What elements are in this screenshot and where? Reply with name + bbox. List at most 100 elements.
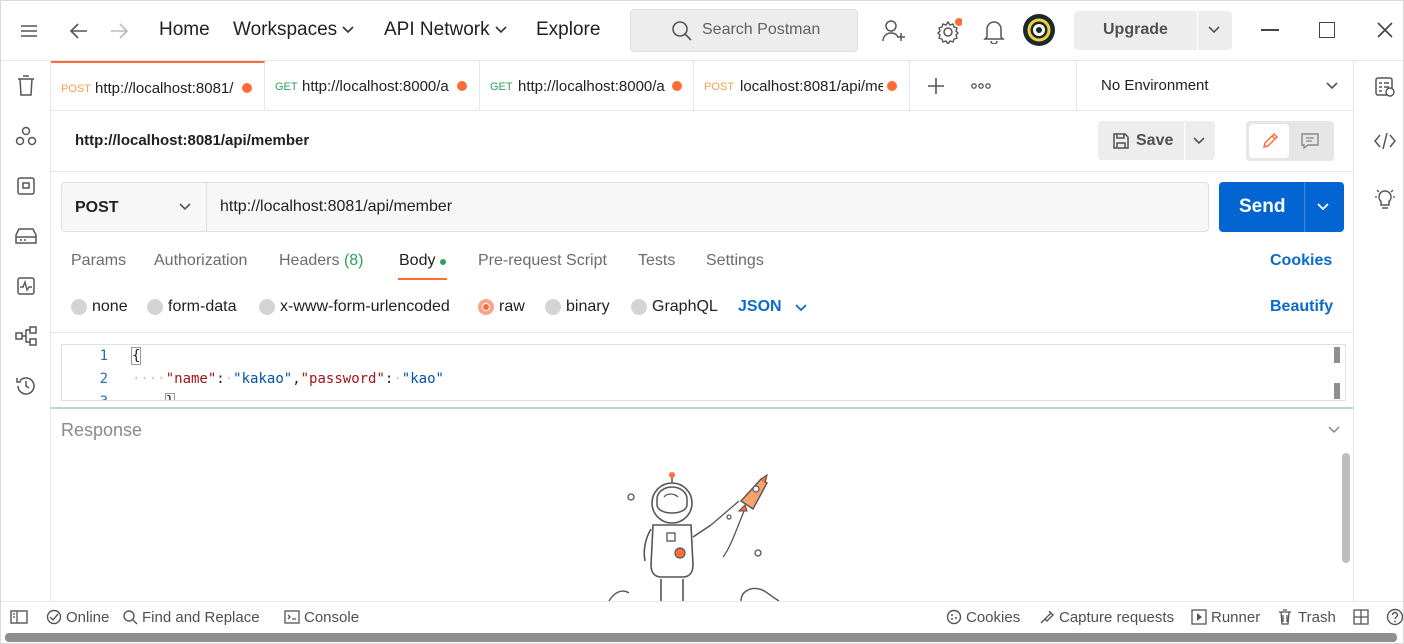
flows-icon[interactable] bbox=[14, 325, 38, 347]
line-number: 3 bbox=[62, 394, 108, 400]
forward-arrow-icon[interactable] bbox=[108, 21, 130, 41]
trash-button[interactable]: Trash bbox=[1298, 609, 1336, 626]
chevron-down-icon[interactable] bbox=[1316, 202, 1330, 212]
chevron-down-icon[interactable] bbox=[1192, 136, 1206, 146]
tab-tests[interactable]: Tests bbox=[638, 252, 675, 270]
request-tab[interactable]: POST localhost:8081/api/me bbox=[694, 61, 910, 111]
request-tab[interactable]: GET http://localhost:8000/a bbox=[480, 61, 694, 111]
menu-icon[interactable] bbox=[19, 23, 39, 39]
avatar[interactable] bbox=[1023, 14, 1055, 46]
radio-graphql-label[interactable]: GraphQL bbox=[652, 298, 718, 316]
pane-resize-handle[interactable] bbox=[51, 407, 1353, 409]
response-title[interactable]: Response bbox=[61, 420, 142, 441]
radio-form-data[interactable] bbox=[147, 299, 163, 315]
runner-button[interactable]: Runner bbox=[1211, 609, 1260, 626]
capture-requests-button[interactable]: Capture requests bbox=[1059, 609, 1174, 626]
radio-urlencoded[interactable] bbox=[259, 299, 275, 315]
code-icon[interactable] bbox=[1373, 131, 1397, 151]
environment-quick-look-icon[interactable] bbox=[1374, 76, 1396, 98]
astronaut-rocket-illustration bbox=[601, 467, 791, 601]
invite-user-icon[interactable] bbox=[881, 18, 907, 44]
horizontal-scrollbar[interactable] bbox=[5, 633, 1397, 642]
tab-url: http://localhost:8081/ bbox=[95, 80, 234, 97]
apis-icon[interactable] bbox=[15, 125, 37, 147]
online-status[interactable]: Online bbox=[66, 609, 109, 626]
body-label: Body bbox=[399, 252, 436, 269]
comments-icon[interactable] bbox=[1300, 132, 1320, 150]
nav-explore[interactable]: Explore bbox=[536, 19, 600, 41]
radio-raw-label[interactable]: raw bbox=[499, 298, 525, 316]
edit-mode-button[interactable] bbox=[1249, 124, 1289, 158]
tab-method: POST bbox=[704, 81, 734, 93]
tab-pre-request-script[interactable]: Pre-request Script bbox=[478, 252, 607, 270]
format-select[interactable]: JSON bbox=[738, 298, 782, 316]
radio-none[interactable] bbox=[71, 299, 87, 315]
chevron-down-icon[interactable] bbox=[1207, 25, 1221, 35]
console-button[interactable]: Console bbox=[304, 609, 359, 626]
json-key: "name" bbox=[165, 371, 217, 387]
cookies-link[interactable]: Cookies bbox=[1270, 252, 1332, 270]
settings-gear-icon[interactable] bbox=[936, 18, 962, 44]
environment-selector[interactable]: No Environment bbox=[1076, 61, 1353, 111]
search-box[interactable]: Search Postman bbox=[630, 9, 858, 52]
radio-urlencoded-label[interactable]: x-www-form-urlencoded bbox=[280, 298, 450, 316]
monitors-icon[interactable] bbox=[16, 276, 36, 296]
bell-icon[interactable] bbox=[983, 18, 1005, 44]
request-title[interactable]: http://localhost:8081/api/member bbox=[75, 132, 309, 149]
tab-params[interactable]: Params bbox=[71, 252, 126, 270]
lightbulb-icon[interactable] bbox=[1374, 188, 1396, 212]
left-sidebar-rail bbox=[1, 61, 51, 601]
new-tab-plus-icon[interactable] bbox=[927, 77, 945, 95]
tab-url: localhost:8081/api/me bbox=[740, 78, 883, 95]
environments-icon[interactable] bbox=[16, 176, 36, 196]
tab-body[interactable]: Body bbox=[399, 252, 435, 270]
body-code-editor[interactable]: 1 2 3 { ····"name":·"kakao","password":·… bbox=[61, 344, 1346, 401]
url-input[interactable]: http://localhost:8081/api/member bbox=[220, 198, 452, 216]
nav-workspaces[interactable]: Workspaces bbox=[233, 19, 337, 41]
request-tab[interactable]: POST http://localhost:8081/ bbox=[51, 61, 265, 111]
runner-icon bbox=[1191, 609, 1207, 625]
close-brace: } bbox=[164, 393, 176, 400]
radio-binary[interactable] bbox=[545, 299, 561, 315]
find-replace-button[interactable]: Find and Replace bbox=[142, 609, 260, 626]
radio-binary-label[interactable]: binary bbox=[566, 298, 610, 316]
radio-none-label[interactable]: none bbox=[92, 298, 128, 316]
send-label: Send bbox=[1239, 196, 1286, 217]
more-tabs-icon[interactable] bbox=[971, 82, 991, 90]
toggle-sidebar-icon[interactable] bbox=[10, 610, 28, 624]
nav-home[interactable]: Home bbox=[159, 19, 210, 41]
minimize-icon[interactable] bbox=[1261, 29, 1279, 31]
help-icon[interactable] bbox=[1386, 608, 1403, 626]
request-tab[interactable]: GET http://localhost:8000/a bbox=[265, 61, 480, 111]
unsaved-dot bbox=[887, 81, 897, 91]
radio-raw[interactable] bbox=[478, 299, 494, 315]
upgrade-button[interactable]: Upgrade bbox=[1074, 11, 1232, 50]
history-icon[interactable] bbox=[15, 375, 37, 397]
collections-icon[interactable] bbox=[16, 75, 36, 97]
capture-icon bbox=[1039, 609, 1055, 625]
tab-authorization[interactable]: Authorization bbox=[154, 252, 247, 270]
maximize-icon[interactable] bbox=[1319, 22, 1335, 38]
top-bar: Home Workspaces API Network Explore Sear… bbox=[1, 1, 1403, 61]
method-select[interactable]: POST bbox=[62, 183, 207, 231]
save-button[interactable]: Save bbox=[1098, 121, 1215, 160]
cookies-button[interactable]: Cookies bbox=[966, 609, 1020, 626]
nav-api-network[interactable]: API Network bbox=[384, 19, 490, 41]
response-scrollbar[interactable] bbox=[1342, 453, 1350, 563]
send-button[interactable]: Send bbox=[1219, 182, 1344, 232]
chevron-down-icon[interactable] bbox=[1327, 425, 1341, 435]
save-floppy-icon bbox=[1112, 132, 1130, 150]
mock-servers-icon[interactable] bbox=[14, 227, 38, 245]
tab-headers[interactable]: Headers (8) bbox=[279, 252, 364, 270]
back-arrow-icon[interactable] bbox=[68, 21, 90, 41]
layout-icon[interactable] bbox=[1353, 609, 1369, 625]
editor-scrollbar[interactable] bbox=[1334, 345, 1340, 400]
chevron-down-icon bbox=[1325, 81, 1339, 91]
chevron-down-icon[interactable] bbox=[794, 303, 808, 313]
radio-graphql[interactable] bbox=[631, 299, 647, 315]
beautify-link[interactable]: Beautify bbox=[1270, 298, 1333, 316]
tab-settings[interactable]: Settings bbox=[706, 252, 764, 270]
close-icon[interactable] bbox=[1376, 21, 1394, 39]
radio-form-data-label[interactable]: form-data bbox=[168, 298, 236, 316]
status-bar: Online Find and Replace Console Cookies … bbox=[1, 601, 1403, 631]
